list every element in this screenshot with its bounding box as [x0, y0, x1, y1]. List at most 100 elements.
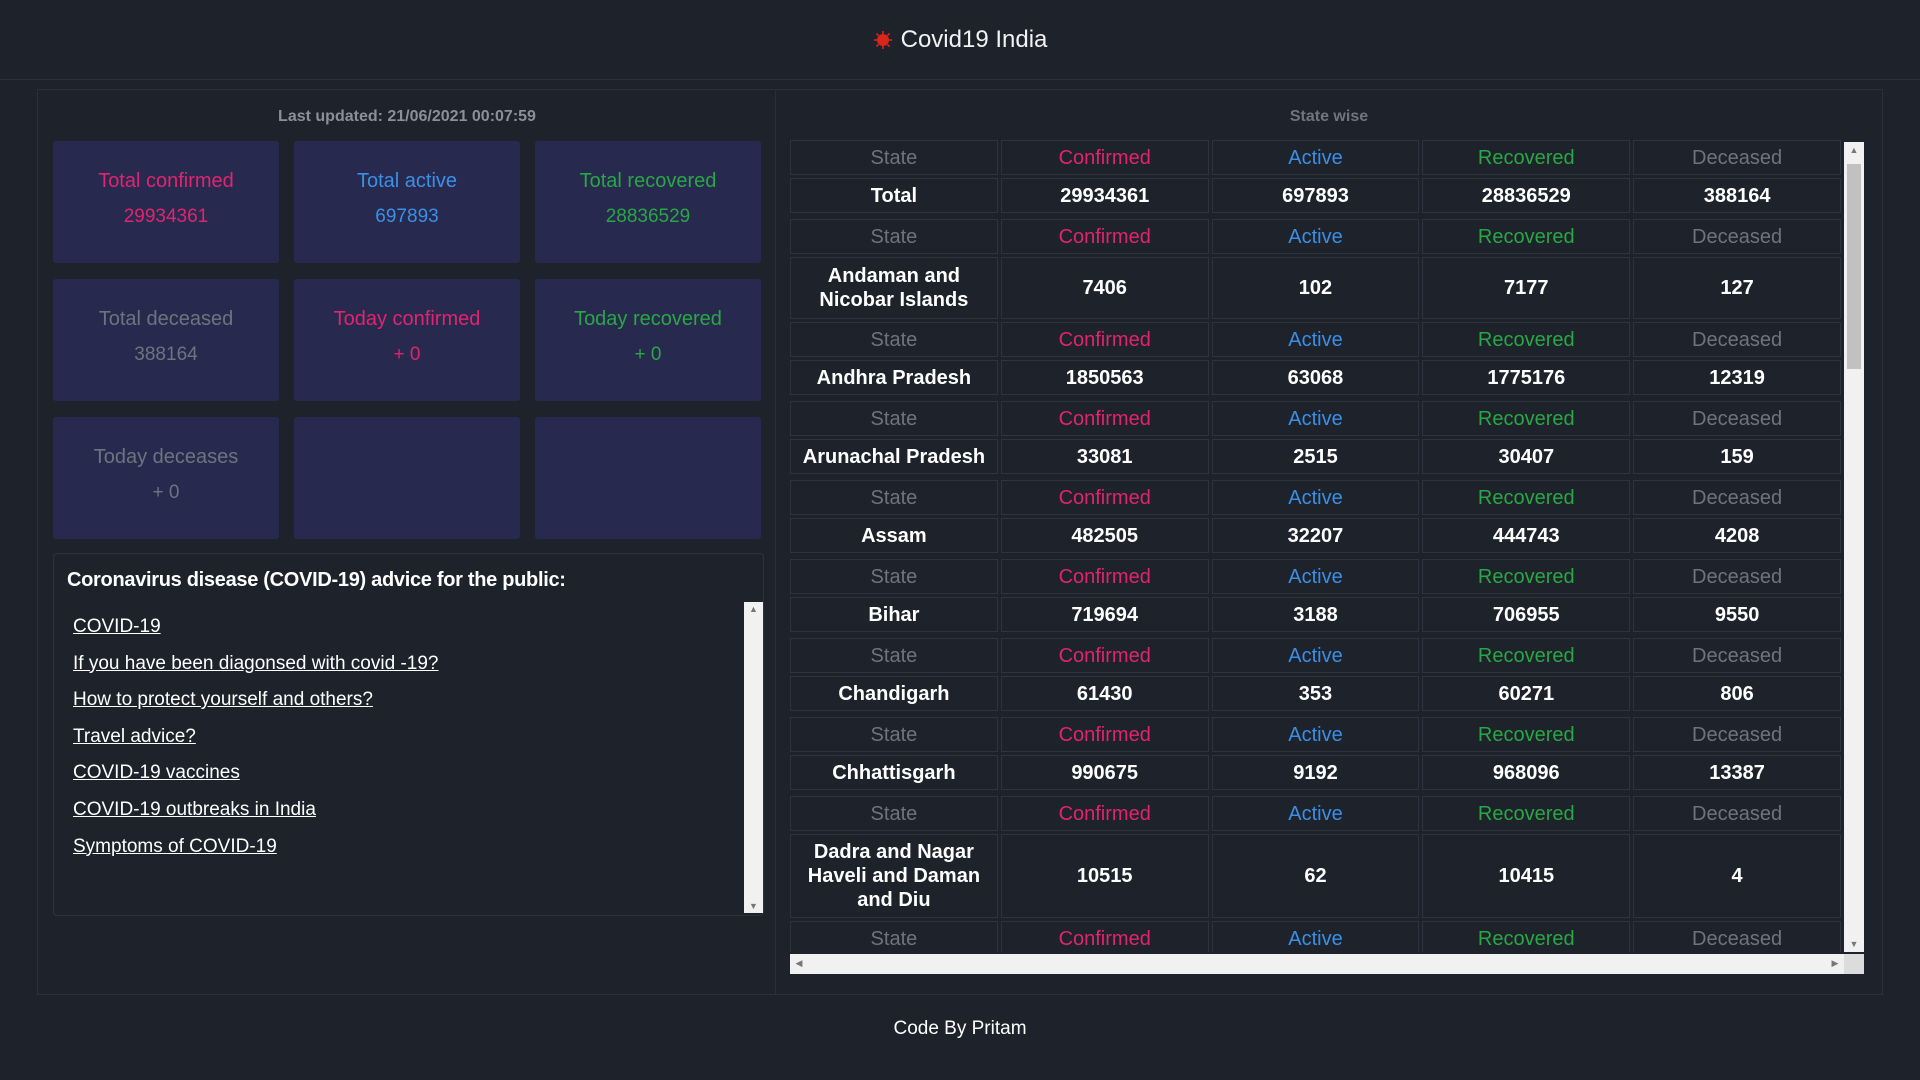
- table-row: Arunachal Pradesh 33081 2515 30407 159: [790, 439, 1844, 474]
- advice-scrollbar[interactable]: ▲ ▼: [744, 602, 763, 913]
- col-active: Active: [1211, 401, 1420, 436]
- col-confirmed: Confirmed: [1000, 921, 1209, 952]
- advice-link[interactable]: COVID-19 vaccines: [73, 762, 240, 783]
- table-header-row: State Confirmed Active Recovered Decease…: [790, 559, 1844, 594]
- card-label: Total deceased: [98, 308, 234, 330]
- cell-recovered: 10415: [1422, 834, 1631, 918]
- col-recovered: Recovered: [1422, 638, 1631, 673]
- col-active: Active: [1211, 559, 1420, 594]
- col-confirmed: Confirmed: [1000, 559, 1209, 594]
- cell-active: 2515: [1211, 439, 1420, 474]
- col-deceased: Deceased: [1633, 480, 1841, 515]
- col-recovered: Recovered: [1422, 322, 1631, 357]
- table-vertical-scrollbar[interactable]: ▲ ▼: [1844, 142, 1864, 952]
- table-horizontal-scrollbar[interactable]: ◀ ▶: [790, 954, 1844, 974]
- col-confirmed: Confirmed: [1000, 638, 1209, 673]
- footer-credit: Code By Pritam: [893, 1018, 1027, 1039]
- col-active: Active: [1211, 140, 1420, 175]
- col-recovered: Recovered: [1422, 140, 1631, 175]
- col-confirmed: Confirmed: [1000, 219, 1209, 254]
- col-state: State: [790, 480, 998, 515]
- table-header-row: State Confirmed Active Recovered Decease…: [790, 401, 1844, 436]
- cell-confirmed: 33081: [1000, 439, 1209, 474]
- table-header-row: State Confirmed Active Recovered Decease…: [790, 322, 1844, 357]
- scroll-right-icon[interactable]: ▶: [1830, 958, 1840, 969]
- col-confirmed: Confirmed: [1000, 796, 1209, 831]
- col-recovered: Recovered: [1422, 480, 1631, 515]
- advice-link[interactable]: Symptoms of COVID-19: [73, 836, 277, 857]
- col-confirmed: Confirmed: [1000, 322, 1209, 357]
- col-state: State: [790, 921, 998, 952]
- cell-deceased: 388164: [1633, 178, 1841, 213]
- table-row: Assam 482505 32207 444743 4208: [790, 518, 1844, 553]
- col-deceased: Deceased: [1633, 140, 1841, 175]
- advice-link[interactable]: If you have been diagonsed with covid -1…: [73, 653, 438, 674]
- col-state: State: [790, 401, 998, 436]
- cell-recovered: 28836529: [1422, 178, 1631, 213]
- cell-recovered: 968096: [1422, 755, 1631, 790]
- table-row: Andaman and Nicobar Islands 7406 102 717…: [790, 257, 1844, 319]
- col-confirmed: Confirmed: [1000, 401, 1209, 436]
- col-deceased: Deceased: [1633, 401, 1841, 436]
- scroll-down-icon[interactable]: ▼: [744, 901, 763, 911]
- col-state: State: [790, 140, 998, 175]
- col-active: Active: [1211, 796, 1420, 831]
- cell-confirmed: 7406: [1000, 257, 1209, 319]
- card-value: 29934361: [123, 206, 209, 227]
- cell-active: 32207: [1211, 518, 1420, 553]
- col-deceased: Deceased: [1633, 322, 1841, 357]
- advice-title: Coronavirus disease (COVID-19) advice fo…: [67, 569, 566, 591]
- advice-link[interactable]: Travel advice?: [73, 726, 196, 747]
- card-today-confirmed: Today confirmed + 0: [294, 279, 520, 401]
- list-item: COVID-19 vaccines: [73, 762, 438, 799]
- cell-deceased: 9550: [1633, 597, 1841, 632]
- page-title: Covid19 India: [900, 25, 1048, 53]
- col-state: State: [790, 219, 998, 254]
- scrollbar-corner: [1844, 954, 1864, 974]
- list-item: COVID-19: [73, 616, 438, 653]
- card-empty: [294, 417, 520, 539]
- scroll-up-icon[interactable]: ▲: [744, 604, 763, 614]
- scroll-down-icon[interactable]: ▼: [1844, 939, 1864, 949]
- cell-deceased: 127: [1633, 257, 1841, 319]
- col-active: Active: [1211, 322, 1420, 357]
- col-deceased: Deceased: [1633, 219, 1841, 254]
- col-deceased: Deceased: [1633, 717, 1841, 752]
- cell-deceased: 13387: [1633, 755, 1841, 790]
- advice-link-list: COVID-19 If you have been diagonsed with…: [54, 604, 763, 915]
- scroll-left-icon[interactable]: ◀: [794, 958, 804, 969]
- advice-link[interactable]: COVID-19: [73, 616, 161, 637]
- scroll-up-icon[interactable]: ▲: [1844, 145, 1864, 155]
- cell-state: Chandigarh: [790, 676, 998, 711]
- list-item: Symptoms of COVID-19: [73, 836, 438, 873]
- col-deceased: Deceased: [1633, 921, 1841, 952]
- table-header-row: State Confirmed Active Recovered Decease…: [790, 717, 1844, 752]
- list-item: If you have been diagonsed with covid -1…: [73, 653, 438, 690]
- cell-active: 353: [1211, 676, 1420, 711]
- advice-link[interactable]: COVID-19 outbreaks in India: [73, 799, 316, 820]
- col-state: State: [790, 796, 998, 831]
- cell-recovered: 60271: [1422, 676, 1631, 711]
- cell-deceased: 4208: [1633, 518, 1841, 553]
- col-confirmed: Confirmed: [1000, 140, 1209, 175]
- statewise-table[interactable]: State Confirmed Active Recovered Decease…: [790, 140, 1862, 952]
- cell-active: 102: [1211, 257, 1420, 319]
- col-active: Active: [1211, 717, 1420, 752]
- col-deceased: Deceased: [1633, 796, 1841, 831]
- card-today-recovered: Today recovered + 0: [535, 279, 761, 401]
- col-state: State: [790, 638, 998, 673]
- table-header-row: State Confirmed Active Recovered Decease…: [790, 480, 1844, 515]
- advice-link[interactable]: How to protect yourself and others?: [73, 689, 373, 710]
- table-header-row: State Confirmed Active Recovered Decease…: [790, 140, 1844, 175]
- cell-confirmed: 61430: [1000, 676, 1209, 711]
- list-item: How to protect yourself and others?: [73, 689, 438, 726]
- card-today-deceases: Today deceases + 0: [53, 417, 279, 539]
- cell-recovered: 1775176: [1422, 360, 1631, 395]
- cell-state: Arunachal Pradesh: [790, 439, 998, 474]
- table-row: Dadra and Nagar Haveli and Daman and Diu…: [790, 834, 1844, 918]
- card-label: Today confirmed: [333, 308, 481, 330]
- card-total-deceased: Total deceased 388164: [53, 279, 279, 401]
- card-value: + 0: [393, 344, 421, 365]
- statewise-title: State wise: [1289, 108, 1369, 125]
- scroll-thumb[interactable]: [1847, 164, 1861, 369]
